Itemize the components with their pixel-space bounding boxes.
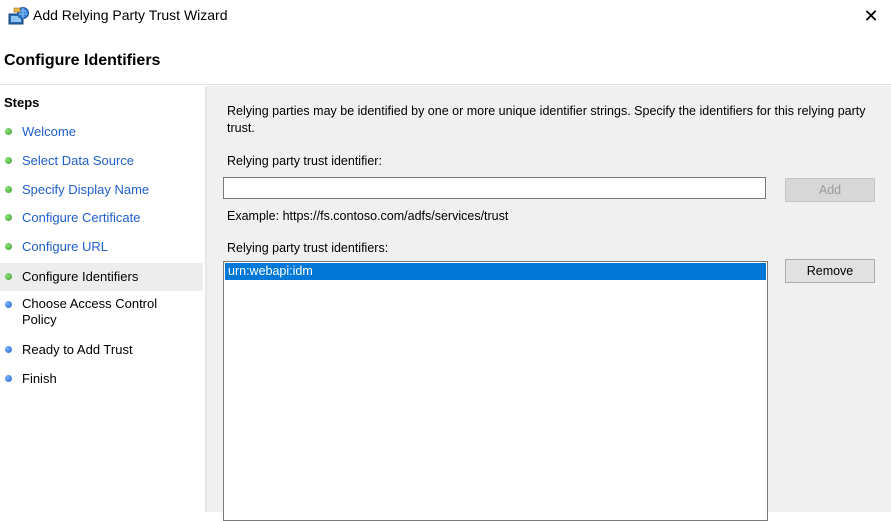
step-complete-icon	[5, 128, 12, 135]
identifiers-list[interactable]: urn:webapi:idm	[223, 261, 768, 521]
identifier-input[interactable]	[223, 177, 766, 199]
step-specify-display-name[interactable]: Specify Display Name	[0, 181, 203, 199]
wizard-content: Relying parties may be identified by one…	[207, 86, 891, 521]
identifiers-label: Relying party trust identifiers:	[227, 241, 389, 255]
step-complete-icon	[5, 186, 12, 193]
window-title: Add Relying Party Trust Wizard	[33, 7, 228, 23]
page-title: Configure Identifiers	[4, 52, 161, 69]
step-current-icon	[5, 273, 12, 280]
step-pending-icon	[5, 375, 12, 382]
step-configure-url[interactable]: Configure URL	[0, 238, 203, 256]
step-label: Specify Display Name	[22, 182, 150, 197]
step-pending-icon	[5, 346, 12, 353]
step-label: Welcome	[22, 124, 76, 139]
step-finish[interactable]: Finish	[0, 370, 203, 388]
step-label: Configure Certificate	[22, 210, 141, 225]
step-welcome[interactable]: Welcome	[0, 123, 203, 141]
step-complete-icon	[5, 243, 12, 250]
step-ready-to-add-trust[interactable]: Ready to Add Trust	[0, 341, 203, 359]
close-icon: ✕	[863, 5, 879, 26]
step-pending-icon	[5, 301, 12, 308]
step-select-data-source[interactable]: Select Data Source	[0, 152, 203, 170]
step-complete-icon	[5, 157, 12, 164]
header-divider	[0, 84, 891, 85]
wizard-header: Configure Identifiers	[0, 32, 891, 84]
step-complete-icon	[5, 214, 12, 221]
step-label: Choose Access Control Policy	[22, 296, 158, 327]
identifier-label: Relying party trust identifier:	[227, 154, 382, 168]
remove-button[interactable]: Remove	[785, 259, 875, 283]
step-label: Select Data Source	[22, 153, 135, 168]
add-button[interactable]: Add	[785, 178, 875, 202]
step-label: Configure URL	[22, 239, 108, 254]
close-button[interactable]: ✕	[851, 0, 891, 32]
step-label: Configure Identifiers	[22, 269, 139, 284]
step-label: Finish	[22, 371, 57, 386]
steps-pane: Steps Welcome Select Data Source Specify…	[0, 86, 205, 512]
step-choose-access-control-policy[interactable]: Choose Access Control Policy	[0, 296, 203, 330]
step-configure-identifiers[interactable]: Configure Identifiers	[0, 263, 203, 291]
example-text: Example: https://fs.contoso.com/adfs/ser…	[227, 209, 509, 223]
step-configure-certificate[interactable]: Configure Certificate	[0, 209, 203, 227]
list-item[interactable]: urn:webapi:idm	[225, 263, 766, 280]
steps-heading: Steps	[4, 95, 40, 110]
adfs-wizard-icon	[8, 7, 29, 25]
step-label: Ready to Add Trust	[22, 342, 133, 357]
intro-text: Relying parties may be identified by one…	[227, 104, 866, 135]
title-bar: Add Relying Party Trust Wizard ✕	[0, 0, 891, 32]
